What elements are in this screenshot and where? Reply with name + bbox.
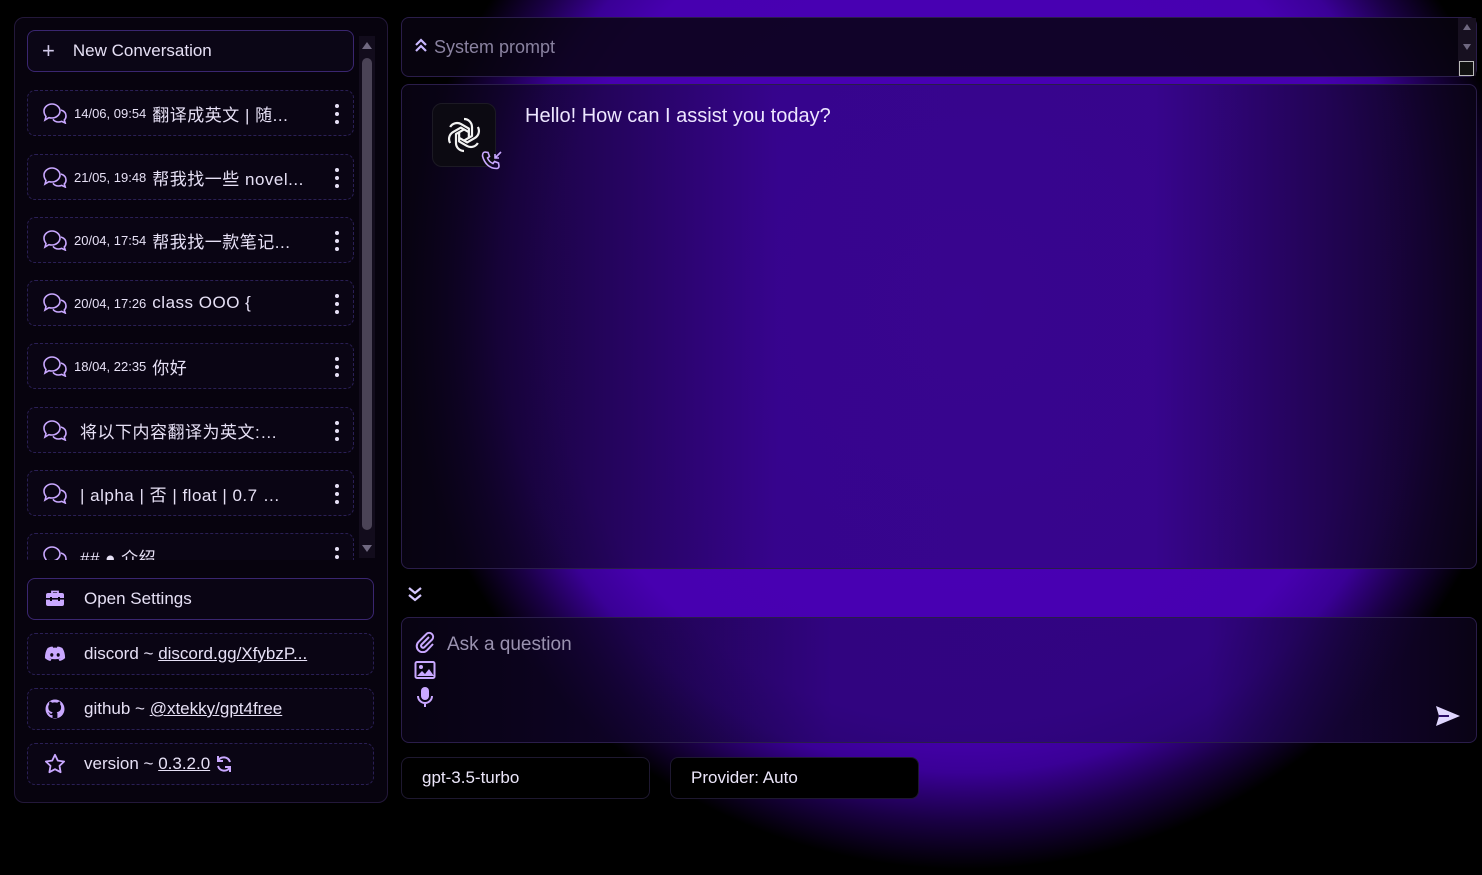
plus-icon: + (42, 38, 55, 63)
discord-link[interactable]: discord.gg/XfybzP... (158, 644, 307, 664)
github-icon (44, 698, 66, 720)
scroll-down-arrow-icon[interactable] (362, 545, 372, 552)
conversation-list: 14/06, 09:54 翻译成英文 | 随... 21/05, 19:48 帮… (27, 90, 357, 560)
more-options-icon[interactable] (335, 484, 339, 504)
github-link[interactable]: @xtekky/gpt4free (150, 699, 283, 719)
toolbox-icon (44, 588, 66, 610)
more-options-icon[interactable] (335, 168, 339, 188)
conversation-item[interactable]: ## ● 介绍 (27, 533, 354, 560)
phone-call-icon (481, 151, 502, 170)
assistant-message: Hello! How can I assist you today? (525, 105, 831, 127)
conversation-date: 20/04, 17:26 (74, 295, 147, 311)
chat-bubbles-icon (43, 230, 67, 251)
conversation-date: 20/04, 17:54 (74, 232, 147, 248)
open-settings-button[interactable]: Open Settings (27, 578, 374, 620)
more-options-icon[interactable] (335, 231, 339, 251)
chevron-double-up-icon[interactable] (414, 37, 428, 58)
chat-bubbles-icon (43, 546, 67, 560)
conversation-date: 18/04, 22:35 (74, 358, 147, 374)
provider-select[interactable]: Provider: Auto (670, 757, 919, 799)
version-prefix: version ~ (84, 754, 159, 773)
question-placeholder: Ask a question (447, 634, 572, 655)
scroll-up-arrow-icon[interactable] (362, 42, 372, 49)
conversation-title: ## ● 介绍 (80, 548, 157, 561)
system-prompt-scrollbar[interactable] (1458, 18, 1476, 76)
github-link-row: github ~ @xtekky/gpt4free (27, 688, 374, 730)
star-icon (44, 753, 66, 775)
chat-bubbles-icon (43, 483, 67, 504)
new-conversation-label: New Conversation (72, 41, 212, 60)
conversation-title: 帮我找一款笔记... (152, 232, 291, 252)
refresh-icon[interactable] (215, 755, 233, 773)
chat-bubbles-icon (43, 293, 67, 314)
conversation-item[interactable]: 20/04, 17:26 class OOO { (27, 280, 354, 326)
conversation-date: 21/05, 19:48 (74, 169, 147, 185)
microphone-icon[interactable] (414, 686, 436, 708)
new-conversation-button[interactable]: + New Conversation (27, 30, 354, 72)
paperclip-icon[interactable] (414, 631, 436, 653)
conversation-item[interactable]: 20/04, 17:54 帮我找一款笔记... (27, 217, 354, 263)
conversation-title: 帮我找一些 novel... (152, 169, 304, 189)
discord-icon (44, 643, 66, 665)
more-options-icon[interactable] (335, 547, 339, 560)
conversation-title: 将以下内容翻译为英文: ... (80, 422, 280, 442)
send-icon[interactable] (1434, 704, 1462, 728)
github-prefix: github ~ (84, 699, 150, 718)
conversation-item[interactable]: 18/04, 22:35 你好 (27, 343, 354, 389)
openai-logo-icon (447, 117, 481, 153)
conversation-item[interactable]: | alpha | 否 | float | 0.7 | 水... (27, 470, 354, 516)
message-input-box[interactable]: Ask a question (401, 617, 1477, 743)
system-prompt-placeholder: System prompt (434, 36, 556, 57)
more-options-icon[interactable] (335, 104, 339, 124)
chat-bubbles-icon (43, 167, 67, 188)
scroll-down-arrow-icon[interactable] (1463, 44, 1471, 50)
scrollbar-thumb[interactable] (362, 58, 372, 530)
open-settings-label: Open Settings (84, 589, 192, 608)
conversation-title: class OOO { (152, 293, 252, 312)
chat-bubbles-icon (43, 420, 67, 441)
conversation-item[interactable]: 将以下内容翻译为英文: ... (27, 407, 354, 453)
scroll-up-arrow-icon[interactable] (1463, 24, 1471, 30)
conversation-title: | alpha | 否 | float | 0.7 | 水... (80, 485, 280, 505)
chat-bubbles-icon (43, 103, 67, 124)
conversation-date: 14/06, 09:54 (74, 105, 147, 121)
resize-handle[interactable] (1459, 61, 1474, 76)
system-prompt-field[interactable]: System prompt (401, 17, 1477, 77)
conversation-title: 翻译成英文 | 随... (152, 105, 289, 125)
discord-prefix: discord ~ (84, 644, 159, 663)
conversation-item[interactable]: 14/06, 09:54 翻译成英文 | 随... (27, 90, 354, 136)
sidebar: + New Conversation 14/06, 09:54 翻译成英文 | … (14, 17, 388, 803)
chat-bubbles-icon (43, 356, 67, 377)
version-row: version ~ 0.3.2.0 (27, 743, 374, 785)
more-options-icon[interactable] (335, 294, 339, 314)
more-options-icon[interactable] (335, 357, 339, 377)
chat-messages-panel: Hello! How can I assist you today? (401, 84, 1477, 569)
model-select[interactable]: gpt-3.5-turbo (401, 757, 650, 799)
conversation-item[interactable]: 21/05, 19:48 帮我找一些 novel... (27, 154, 354, 200)
more-options-icon[interactable] (335, 421, 339, 441)
conversation-scrollbar[interactable] (359, 36, 375, 558)
discord-link-row: discord ~ discord.gg/XfybzP... (27, 633, 374, 675)
conversation-title: 你好 (152, 358, 188, 378)
image-icon[interactable] (414, 659, 436, 681)
version-link[interactable]: 0.3.2.0 (158, 754, 210, 774)
chevron-double-down-icon[interactable] (406, 585, 424, 603)
